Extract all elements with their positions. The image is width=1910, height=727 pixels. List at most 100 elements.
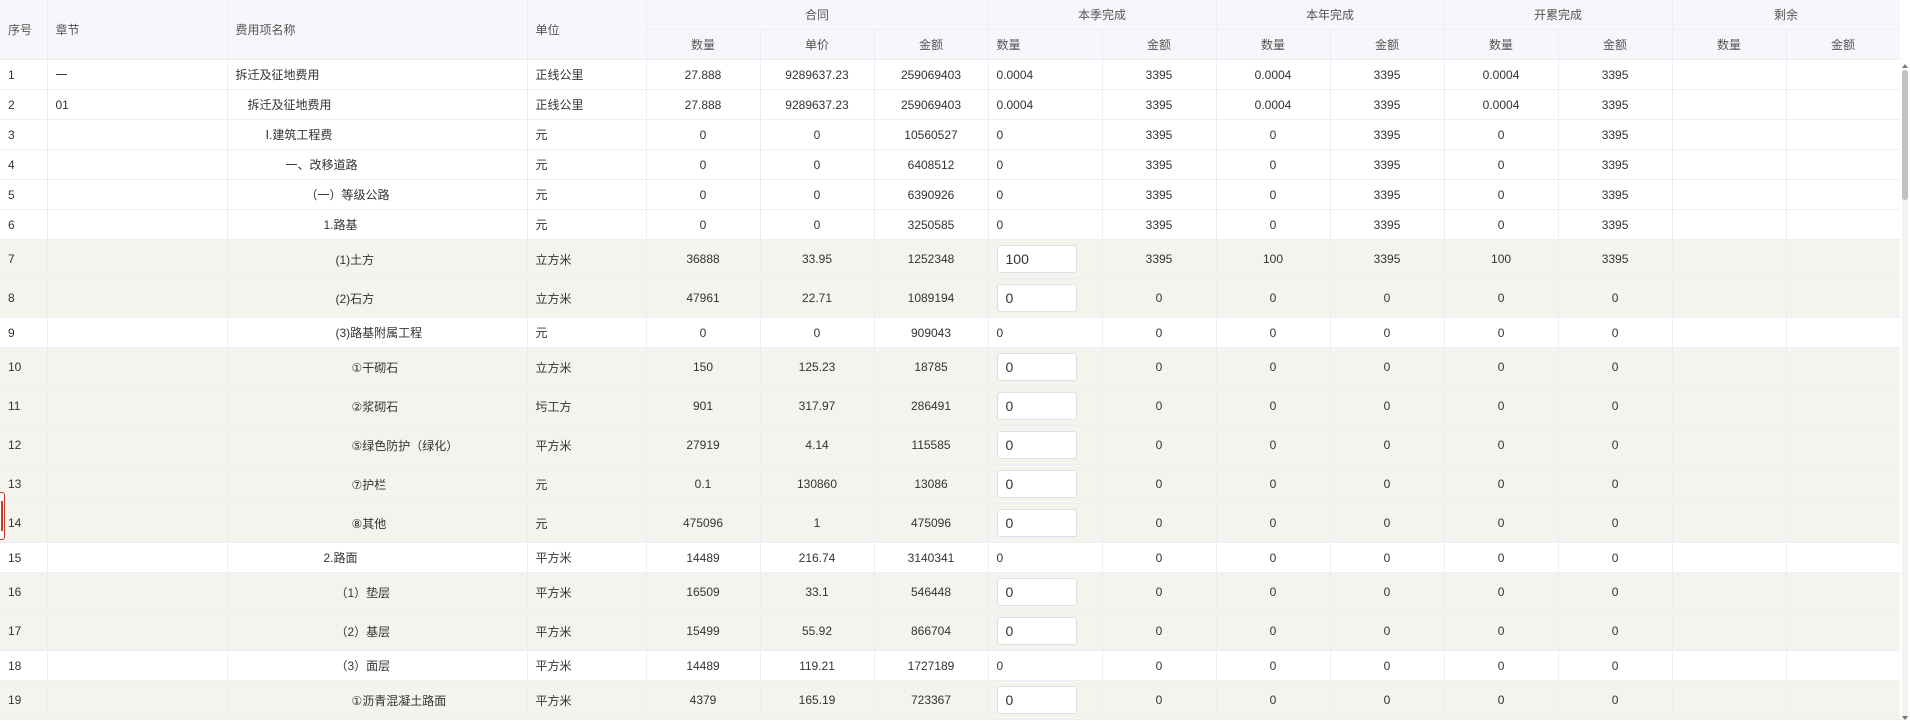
cell-quarter-qty: 0 (988, 119, 1103, 150)
cell-unit: 平方米 (527, 572, 647, 612)
header-year-amount: 金额 (1330, 29, 1445, 60)
cell-total-amount: 0 (1558, 347, 1673, 387)
cell-remaining-qty (1672, 317, 1787, 348)
cell-total-qty: 0 (1444, 425, 1559, 465)
cell-seq: 19 (0, 680, 48, 720)
cell-contract-qty: 36888 (646, 239, 761, 279)
cell-seq: 8 (0, 278, 48, 318)
cell-seq: 4 (0, 149, 48, 180)
cell-year-amount: 3395 (1330, 119, 1445, 150)
cell-contract-qty: 27.888 (646, 89, 761, 120)
cell-remaining-amount (1786, 89, 1900, 120)
quarter-qty-input[interactable] (996, 686, 1077, 714)
cell-total-qty: 0 (1444, 572, 1559, 612)
quarter-qty-input[interactable] (996, 509, 1077, 537)
cell-total-qty: 0.0004 (1444, 89, 1559, 120)
cell-remaining-amount (1786, 59, 1900, 90)
cell-seq: 6 (0, 209, 48, 240)
quarter-qty-input[interactable] (996, 284, 1077, 312)
cell-total-amount: 0 (1558, 386, 1673, 426)
cell-quarter-amount: 3395 (1102, 179, 1217, 210)
table-header: 序号 章节 费用项名称 单位 合同 本季完成 本年完成 开累完成 剩余 数量 单… (0, 0, 1900, 60)
table-row: 4 一、改移道路元 0 0 6408512 0 3395 0 3395 0 3395 (0, 149, 1900, 180)
cell-contract-qty: 27919 (646, 425, 761, 465)
quarter-qty-input[interactable] (996, 578, 1077, 606)
cell-contract-price: 4.14 (760, 425, 875, 465)
header-contract-price: 单价 (760, 29, 875, 60)
cell-total-amount: 0 (1558, 611, 1673, 651)
cell-year-qty: 0 (1216, 503, 1331, 543)
cell-seq: 2 (0, 89, 48, 120)
cell-remaining-amount (1786, 317, 1900, 348)
cell-year-amount: 0 (1330, 347, 1445, 387)
cell-quarter-qty: 0 (988, 149, 1103, 180)
cell-contract-price: 33.1 (760, 572, 875, 612)
cell-year-qty: 0 (1216, 650, 1331, 681)
cell-year-qty: 0 (1216, 149, 1331, 180)
cell-remaining-qty (1672, 89, 1787, 120)
cell-remaining-qty (1672, 680, 1787, 720)
cell-year-qty: 0 (1216, 386, 1331, 426)
cell-quarter-qty: 0.0004 (988, 89, 1103, 120)
cell-quarter-amount: 0 (1102, 317, 1217, 348)
side-tab-handle[interactable] (0, 492, 5, 540)
cell-contract-price: 0 (760, 149, 875, 180)
cell-contract-price: 165.19 (760, 680, 875, 720)
cell-year-amount: 3395 (1330, 179, 1445, 210)
quarter-qty-input[interactable] (996, 617, 1077, 645)
cell-contract-qty: 14489 (646, 542, 761, 573)
cell-remaining-amount (1786, 611, 1900, 651)
cell-total-qty: 0 (1444, 179, 1559, 210)
table-row: 10 ①干砌石 立方米 150 125.23 18785 0 0 0 0 0 (0, 347, 1900, 387)
cell-quarter-qty (988, 503, 1103, 543)
scroll-down-arrow-icon[interactable] (1902, 716, 1908, 720)
cell-name: （1）垫层 (227, 572, 528, 612)
cell-contract-price: 130860 (760, 464, 875, 504)
cell-unit: 元 (527, 464, 647, 504)
cell-contract-amount: 259069403 (874, 89, 989, 120)
cell-contract-price: 216.74 (760, 542, 875, 573)
quarter-qty-input[interactable] (996, 431, 1077, 459)
cell-year-qty: 0.0004 (1216, 89, 1331, 120)
cell-remaining-qty (1672, 278, 1787, 318)
table-row: 3 Ⅰ.建筑工程费元 0 0 10560527 0 3395 0 3395 0 3395 (0, 119, 1900, 150)
cell-contract-qty: 0 (646, 119, 761, 150)
cell-year-amount: 3395 (1330, 209, 1445, 240)
vertical-scrollbar[interactable] (1900, 64, 1910, 720)
header-quarter-amount: 金额 (1102, 29, 1217, 60)
cell-name: Ⅰ.建筑工程费 (227, 119, 528, 150)
cell-total-qty: 0 (1444, 278, 1559, 318)
quarter-qty-input[interactable] (996, 392, 1077, 420)
cell-year-qty: 0 (1216, 347, 1331, 387)
cell-contract-amount: 866704 (874, 611, 989, 651)
cell-remaining-qty (1672, 386, 1787, 426)
cell-contract-amount: 259069403 (874, 59, 989, 90)
cell-contract-qty: 0.1 (646, 464, 761, 504)
cell-year-amount: 0 (1330, 542, 1445, 573)
cell-contract-amount: 18785 (874, 347, 989, 387)
quarter-qty-input[interactable] (996, 470, 1077, 498)
quarter-qty-input[interactable] (996, 353, 1077, 381)
cell-remaining-qty (1672, 179, 1787, 210)
header-name: 费用项名称 (227, 0, 528, 60)
cell-total-qty: 0 (1444, 503, 1559, 543)
cell-unit: 元 (527, 119, 647, 150)
quarter-qty-input[interactable] (996, 245, 1077, 273)
cell-year-amount: 0 (1330, 278, 1445, 318)
cell-contract-price: 125.23 (760, 347, 875, 387)
cell-remaining-qty (1672, 119, 1787, 150)
cell-quarter-qty (988, 611, 1103, 651)
cell-contract-qty: 901 (646, 386, 761, 426)
cell-total-qty: 100 (1444, 239, 1559, 279)
cell-year-amount: 0 (1330, 650, 1445, 681)
cell-seq: 13 (0, 464, 48, 504)
cell-name: 1.路基 (227, 209, 528, 240)
cell-contract-amount: 6408512 (874, 149, 989, 180)
cell-quarter-qty (988, 386, 1103, 426)
cell-unit: 平方米 (527, 611, 647, 651)
cell-total-amount: 3395 (1558, 149, 1673, 180)
scroll-up-arrow-icon[interactable] (1902, 64, 1908, 68)
scroll-thumb[interactable] (1902, 70, 1908, 200)
cell-quarter-amount: 3395 (1102, 119, 1217, 150)
cell-name: ⑦护栏 (227, 464, 528, 504)
